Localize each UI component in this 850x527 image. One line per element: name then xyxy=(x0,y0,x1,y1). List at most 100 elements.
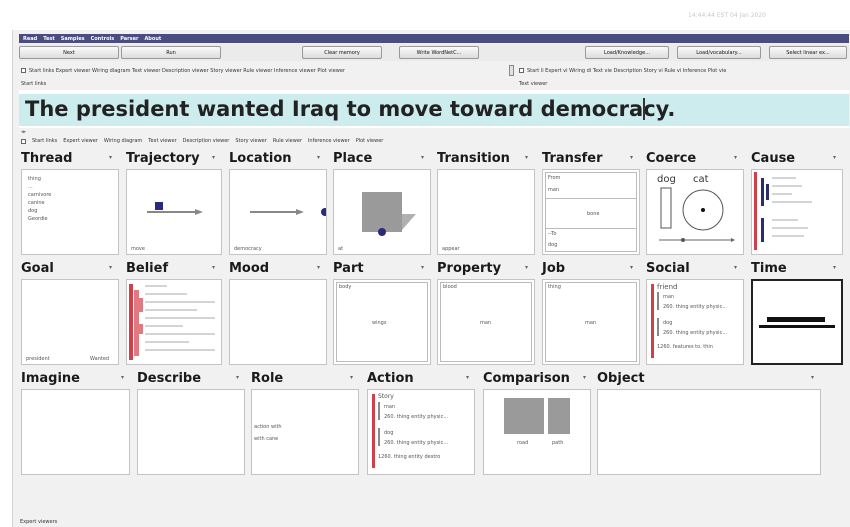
menu-test[interactable]: Test xyxy=(43,36,55,42)
load-vocabulary-button[interactable]: Load/vocabulary... xyxy=(677,46,761,59)
menu-parser[interactable]: Parser xyxy=(120,36,138,42)
menu-controls[interactable]: Controls xyxy=(91,36,115,42)
select-linear-button[interactable]: Select linear ex... xyxy=(769,46,847,59)
comparison-panel: Comparison ▾ road path xyxy=(483,371,591,477)
left-viewer-tabs[interactable]: Start links Expert viewer Wiring diagram… xyxy=(21,66,507,75)
dropdown-arrow-icon[interactable]: ▾ xyxy=(350,374,353,381)
dropdown-arrow-icon[interactable]: ▾ xyxy=(317,264,320,271)
tab-description-viewer[interactable]: Description viewer xyxy=(183,138,230,144)
next-button[interactable]: Next xyxy=(19,46,119,59)
dropdown-arrow-icon[interactable]: ▾ xyxy=(121,374,124,381)
mood-box xyxy=(229,279,327,365)
sentence-display[interactable]: The president wanted Iraq to move toward… xyxy=(19,90,849,128)
dropdown-arrow-icon[interactable]: ▾ xyxy=(525,154,528,161)
run-button[interactable]: Run xyxy=(121,46,221,59)
property-top-label: blood xyxy=(443,284,457,290)
social-title: Social xyxy=(646,261,690,276)
mood-title: Mood xyxy=(229,261,270,276)
right-tabs-labels[interactable]: Start li Expert vi Wiring di Text vie De… xyxy=(527,68,726,74)
dropdown-arrow-icon[interactable]: ▾ xyxy=(236,374,239,381)
action-box: Story man 260. thing entity physic... do… xyxy=(367,389,475,475)
menu-samples[interactable]: Samples xyxy=(61,36,85,42)
dropdown-arrow-icon[interactable]: ▾ xyxy=(317,154,320,161)
location-title: Location xyxy=(229,151,292,166)
dropdown-arrow-icon[interactable]: ▾ xyxy=(734,264,737,271)
dropdown-arrow-icon[interactable]: ▾ xyxy=(811,374,814,381)
dropdown-arrow-icon[interactable]: ▾ xyxy=(630,154,633,161)
menu-read[interactable]: Read xyxy=(23,36,37,42)
button-toolbar: Next Run Clear memory Write WordNetC... … xyxy=(19,44,849,61)
transition-title: Transition xyxy=(437,151,510,166)
coerce-right-label: cat xyxy=(693,174,709,185)
transfer-title: Transfer xyxy=(542,151,603,166)
time-bar xyxy=(759,325,835,328)
dropdown-arrow-icon[interactable]: ▾ xyxy=(421,154,424,161)
dropdown-arrow-icon[interactable]: ▾ xyxy=(109,154,112,161)
dropdown-arrow-icon[interactable]: ▾ xyxy=(734,154,737,161)
dropdown-arrow-icon[interactable]: ▾ xyxy=(833,264,836,271)
action-line: 260. thing entity physic... xyxy=(384,414,449,420)
menu-about[interactable]: About xyxy=(144,36,161,42)
place-box: at xyxy=(333,169,431,255)
tab-text-viewer[interactable]: Text viewer xyxy=(148,138,176,144)
thread-item: ... xyxy=(28,184,33,190)
divider xyxy=(545,228,637,229)
social-bar xyxy=(651,284,654,358)
coerce-panel: Coerce ▾ dog cat xyxy=(646,151,744,257)
dropdown-arrow-icon[interactable]: ▾ xyxy=(630,264,633,271)
clear-memory-button[interactable]: Clear memory xyxy=(302,46,382,59)
transfer-to-label: --To xyxy=(548,231,557,237)
belief-tree-diagram xyxy=(129,284,215,360)
dropdown-arrow-icon[interactable]: ▾ xyxy=(212,154,215,161)
place-caption: at xyxy=(338,246,344,252)
load-knowledge-button[interactable]: Load/Knowledge... xyxy=(585,46,669,59)
place-diagram xyxy=(362,192,416,236)
checkbox-icon[interactable] xyxy=(21,138,26,144)
checkbox-icon[interactable] xyxy=(21,68,26,73)
social-panel: Social ▾ friend man 260. thing entity ph… xyxy=(646,261,744,367)
tab-start-links[interactable]: Start links xyxy=(32,138,57,144)
divider xyxy=(545,198,637,199)
social-bar xyxy=(657,292,659,310)
dropdown-arrow-icon[interactable]: ▾ xyxy=(525,264,528,271)
dropdown-arrow-icon[interactable]: ▾ xyxy=(583,374,586,381)
action-title: Action xyxy=(367,371,414,386)
action-panel: Action ▾ Story man 260. thing entity phy… xyxy=(367,371,475,477)
expert-viewer-tabs: Start links Expert viewer Wiring diagram… xyxy=(21,138,383,144)
start-links-label: Start links xyxy=(21,81,47,87)
job-box: thing man xyxy=(542,279,640,365)
thread-item: carnivore xyxy=(28,192,52,198)
dropdown-arrow-icon[interactable]: ▾ xyxy=(466,374,469,381)
tab-rule-viewer[interactable]: Rule viewer xyxy=(273,138,302,144)
tab-scroll-arrow-icon[interactable] xyxy=(509,65,514,76)
left-tabs-labels[interactable]: Start links Expert viewer Wiring diagram… xyxy=(29,68,345,74)
tab-story-viewer[interactable]: Story viewer xyxy=(235,138,266,144)
write-wordnet-button[interactable]: Write WordNetC... xyxy=(399,46,479,59)
thread-item: Geordie xyxy=(28,216,48,222)
dropdown-arrow-icon[interactable]: ▾ xyxy=(833,154,836,161)
transition-box: appear xyxy=(437,169,535,255)
tab-wiring-diagram[interactable]: Wiring diagram xyxy=(104,138,142,144)
right-viewer-tabs[interactable]: Start li Expert vi Wiring di Text vie De… xyxy=(519,66,849,75)
location-diagram xyxy=(250,208,326,216)
trajectory-panel: Trajectory ▾ move xyxy=(126,151,222,257)
object-title: Object xyxy=(597,371,645,386)
action-line: dog xyxy=(384,430,394,436)
dropdown-arrow-icon[interactable]: ▾ xyxy=(109,264,112,271)
social-line: 260. thing entity physic... xyxy=(663,304,728,310)
tab-inference-viewer[interactable]: Inference viewer xyxy=(308,138,350,144)
text-caret xyxy=(643,98,645,120)
checkbox-icon[interactable] xyxy=(519,68,524,73)
tab-expert-viewer[interactable]: Expert viewer xyxy=(63,138,98,144)
dropdown-arrow-icon[interactable]: ▾ xyxy=(212,264,215,271)
comparison-title: Comparison xyxy=(483,371,570,386)
describe-panel: Describe ▾ xyxy=(137,371,245,477)
collapse-arrow-icon[interactable]: ◂▸ xyxy=(21,129,26,135)
social-line: 1260. features to. thin xyxy=(657,344,713,350)
property-panel: Property ▾ blood man xyxy=(437,261,535,367)
timestamp: 14:44:44 EST 04 Jan 2020 xyxy=(688,12,766,19)
tab-plot-viewer[interactable]: Plot viewer xyxy=(356,138,384,144)
object-box xyxy=(597,389,821,475)
dropdown-arrow-icon[interactable]: ▾ xyxy=(421,264,424,271)
action-bar xyxy=(378,402,380,420)
